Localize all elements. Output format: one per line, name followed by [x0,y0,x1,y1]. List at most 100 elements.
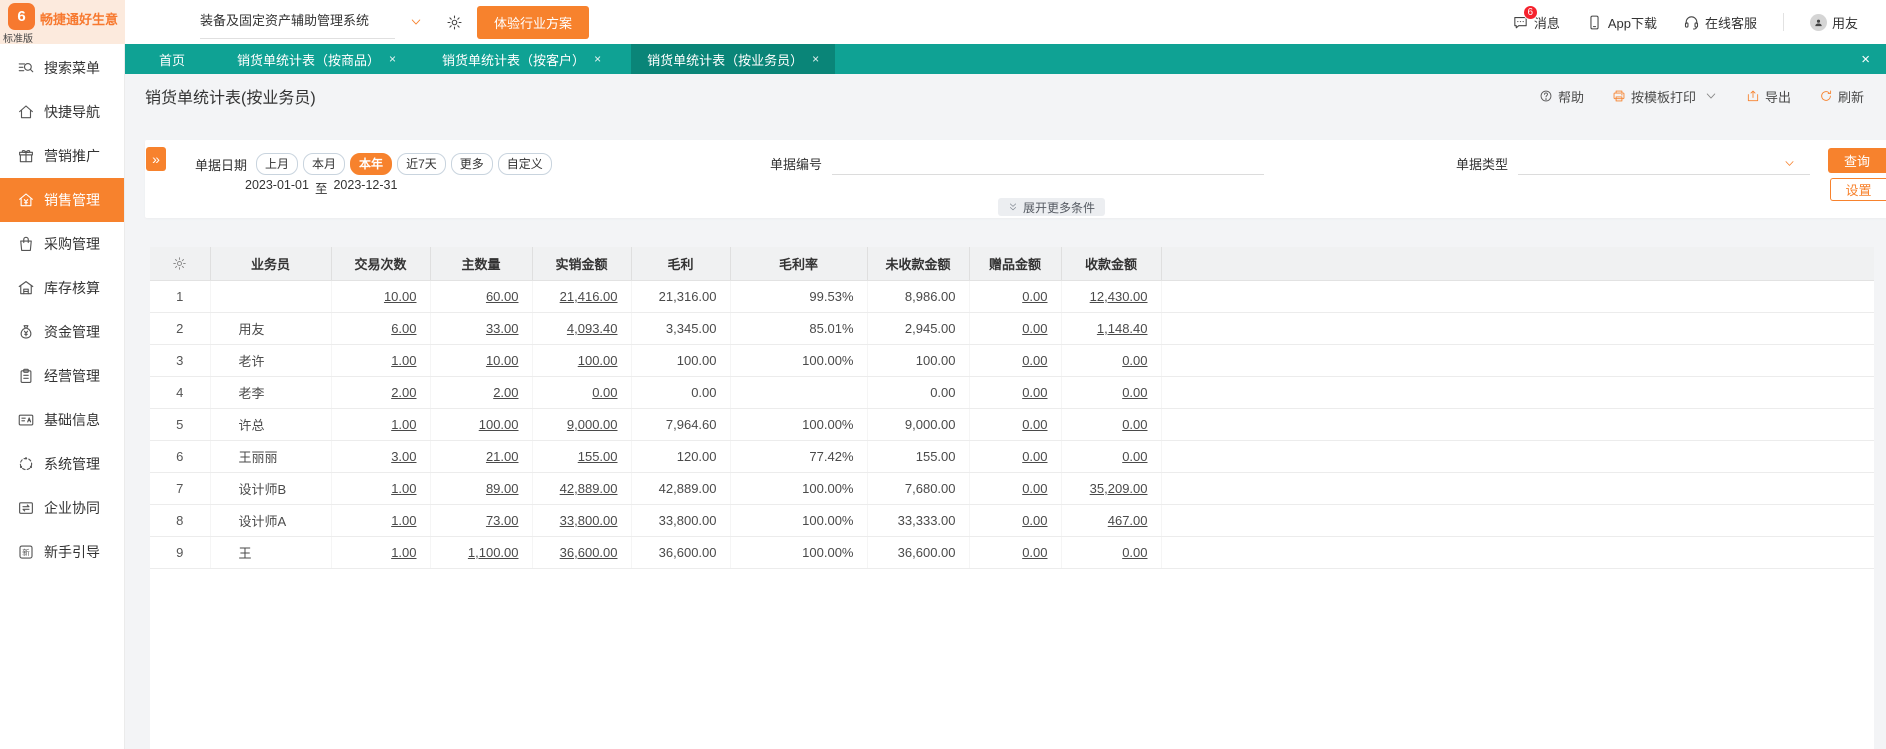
value-cell[interactable]: 21,416.00 [531,280,631,313]
date-preset-pill[interactable]: 近7天 [397,153,446,175]
online-service-button[interactable]: 在线客服 [1683,13,1757,32]
close-tab-icon[interactable]: × [594,52,601,66]
value-cell[interactable]: 10.00 [330,280,430,313]
help-button[interactable]: 帮助 [1539,87,1584,106]
value-cell[interactable]: 1,148.40 [1060,312,1161,345]
value-cell[interactable]: 0.00 [1060,344,1161,377]
value-cell[interactable]: 2.00 [429,376,532,409]
value-cell[interactable]: 0.00 [1060,376,1161,409]
value-cell[interactable]: 1.00 [330,344,430,377]
value-cell[interactable]: 0.00 [968,344,1061,377]
date-preset-pill[interactable]: 自定义 [497,153,552,175]
sidebar-item[interactable]: 营销推广 [0,134,124,178]
system-select-dropdown[interactable]: 装备及固定资产辅助管理系统 [200,5,423,39]
value-cell[interactable]: 1.00 [330,472,430,505]
doc-no-input[interactable] [832,154,1265,175]
column-header[interactable]: 赠品金额 [968,247,1061,281]
value-cell[interactable]: 0.00 [968,312,1061,345]
value-cell[interactable]: 73.00 [429,504,532,537]
date-preset-pill[interactable]: 上月 [256,153,299,175]
messages-button[interactable]: 消息 6 [1512,4,1560,32]
value-cell[interactable]: 2.00 [330,376,430,409]
settings-button[interactable]: 设置 [1830,178,1886,201]
value-cell[interactable]: 0.00 [968,440,1061,473]
value-cell[interactable]: 12,430.00 [1060,280,1161,313]
user-menu[interactable]: 用友 [1809,13,1858,32]
value-cell[interactable]: 0.00 [968,472,1061,505]
value-cell[interactable]: 60.00 [429,280,532,313]
column-header[interactable]: 毛利 [630,247,730,281]
date-range[interactable]: 2023-01-01 至 2023-12-31 [245,178,397,197]
value-cell[interactable]: 1.00 [330,536,430,569]
search-button[interactable]: 查询 [1828,148,1886,173]
value-cell[interactable]: 0.00 [968,376,1061,409]
value-cell[interactable]: 0.00 [968,504,1061,537]
refresh-button[interactable]: 刷新 [1819,87,1864,106]
column-header[interactable]: 交易次数 [330,247,430,281]
sidebar-item[interactable]: 资金管理 [0,310,124,354]
value-cell[interactable]: 0.00 [531,376,631,409]
tab[interactable]: 销货单统计表（按商品） × [221,44,412,74]
sidebar-item[interactable]: 系统管理 [0,442,124,486]
sidebar-item[interactable]: 经营管理 [0,354,124,398]
value-cell[interactable]: 4,093.40 [531,312,631,345]
value-cell[interactable]: 0.00 [1060,408,1161,441]
doc-type-select[interactable] [1518,154,1811,175]
chevron-down-icon [1704,89,1718,103]
value-cell[interactable]: 155.00 [531,440,631,473]
value-cell[interactable]: 1.00 [330,408,430,441]
column-settings-header[interactable] [150,247,210,281]
expand-more-conditions-button[interactable]: 展开更多条件 [998,198,1106,216]
tab[interactable]: 销货单统计表（按业务员） × [631,44,836,74]
column-header[interactable]: 毛利率 [729,247,867,281]
value-cell[interactable]: 1,100.00 [429,536,532,569]
value-cell[interactable]: 42,889.00 [531,472,631,505]
value-cell[interactable]: 89.00 [429,472,532,505]
value-cell[interactable]: 1.00 [330,504,430,537]
column-header[interactable]: 主数量 [429,247,532,281]
export-button[interactable]: 导出 [1746,87,1791,106]
value-cell[interactable]: 100.00 [429,408,532,441]
value-cell[interactable]: 33.00 [429,312,532,345]
close-tab-icon[interactable]: × [812,52,819,66]
column-header[interactable]: 未收款金额 [866,247,969,281]
value-cell[interactable]: 35,209.00 [1060,472,1161,505]
print-by-template-button[interactable]: 按模板打印 [1612,87,1718,106]
value-cell[interactable]: 0.00 [968,408,1061,441]
value-cell[interactable]: 33,800.00 [531,504,631,537]
value-cell[interactable]: 467.00 [1060,504,1161,537]
trial-industry-button[interactable]: 体验行业方案 [477,5,590,39]
sidebar-item[interactable]: 采购管理 [0,222,124,266]
close-tab-icon[interactable]: × [389,52,396,66]
collapse-filter-button[interactable]: » [146,147,166,171]
value-cell[interactable]: 3.00 [330,440,430,473]
sidebar-item[interactable]: 销售管理 [0,178,124,222]
column-header[interactable]: 业务员 [209,247,331,281]
close-all-tabs-icon[interactable]: × [1861,52,1870,67]
sidebar-item[interactable]: 快捷导航 [0,90,124,134]
sidebar-item[interactable]: 基础信息 [0,398,124,442]
value-cell[interactable]: 0.00 [968,280,1061,313]
value-cell[interactable]: 0.00 [1060,440,1161,473]
date-preset-pill[interactable]: 更多 [450,153,493,175]
value-cell[interactable]: 0.00 [968,536,1061,569]
value-cell[interactable]: 9,000.00 [531,408,631,441]
sidebar-item[interactable]: 搜索菜单 [0,46,124,90]
value-cell[interactable]: 100.00 [531,344,631,377]
sidebar-item[interactable]: 库存核算 [0,266,124,310]
column-header[interactable]: 实销金额 [531,247,631,281]
date-preset-pill[interactable]: 本月 [303,153,346,175]
value-cell[interactable]: 6.00 [330,312,430,345]
value-cell[interactable]: 36,600.00 [531,536,631,569]
date-preset-pill[interactable]: 本年 [350,153,393,175]
value-cell[interactable]: 10.00 [429,344,532,377]
sidebar-item[interactable]: 新 新手引导 [0,530,124,574]
app-download-button[interactable]: App下载 [1586,13,1657,32]
column-header[interactable]: 收款金额 [1060,247,1161,281]
value-cell[interactable]: 0.00 [1060,536,1161,569]
tab[interactable]: 首页 [137,44,207,74]
gear-icon[interactable] [446,14,463,31]
value-cell[interactable]: 21.00 [429,440,532,473]
tab[interactable]: 销货单统计表（按客户） × [426,44,617,74]
sidebar-item[interactable]: 企业协同 [0,486,124,530]
